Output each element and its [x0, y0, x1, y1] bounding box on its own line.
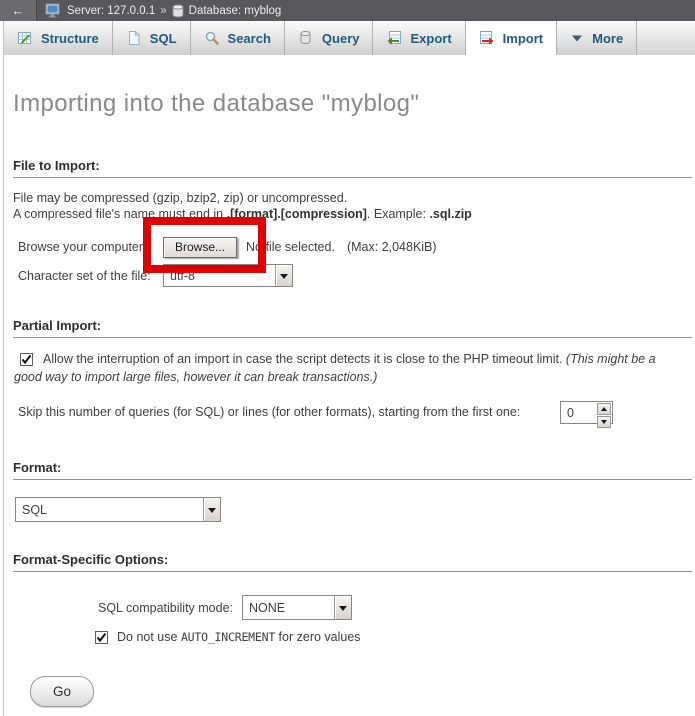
dropdown-arrow-icon[interactable] — [334, 596, 351, 619]
query-database-icon — [298, 30, 314, 46]
sql-compatibility-select[interactable]: NONE — [242, 595, 352, 620]
charset-label: Character set of the file: — [18, 269, 163, 283]
database-label[interactable]: Database: myblog — [189, 5, 282, 17]
charset-select[interactable]: utf-8 — [163, 264, 293, 287]
section-heading-partial-import: Partial Import: — [13, 318, 692, 338]
tab-export[interactable]: Export — [373, 21, 465, 55]
browse-label: Browse your computer: — [18, 240, 163, 254]
format-selected-value: SQL — [16, 498, 203, 521]
format-row: SQL — [15, 497, 695, 522]
search-icon — [204, 30, 220, 46]
back-button[interactable]: ← — [0, 0, 37, 21]
skip-queries-value: 0 — [561, 402, 596, 423]
section-heading-file-to-import: File to Import: — [13, 158, 692, 178]
spinner-up-button[interactable] — [597, 403, 611, 415]
max-size-text: (Max: 2,048KiB) — [347, 240, 437, 254]
browse-row: Browse your computer: Browse... No file … — [18, 236, 695, 258]
section-heading-format: Format: — [13, 460, 692, 480]
breadcrumb-separator: » — [160, 5, 166, 17]
checkmark-icon — [21, 354, 32, 365]
allow-interruption-row: Allow the interruption of an import in c… — [14, 351, 683, 386]
auto-increment-checkbox[interactable] — [95, 631, 108, 644]
structure-icon — [17, 30, 33, 46]
chevron-down-icon — [570, 31, 584, 45]
skip-queries-label: Skip this number of queries (for SQL) or… — [18, 401, 520, 419]
sql-compatibility-row: SQL compatibility mode: NONE — [98, 595, 695, 620]
dropdown-arrow-icon[interactable] — [275, 265, 292, 286]
tab-structure[interactable]: Structure — [4, 21, 113, 55]
checkmark-icon — [96, 632, 107, 643]
go-button[interactable]: Go — [30, 676, 94, 707]
format-select[interactable]: SQL — [15, 497, 221, 522]
tab-search[interactable]: Search — [191, 21, 285, 55]
allow-interruption-checkbox[interactable] — [20, 353, 33, 366]
tab-label: More — [592, 31, 623, 46]
sql-compatibility-value: NONE — [243, 596, 334, 619]
no-file-selected-text: No file selected. — [246, 240, 335, 254]
browse-button[interactable]: Browse... — [163, 237, 237, 258]
auto-increment-code: AUTO_INCREMENT — [181, 630, 275, 644]
section-heading-format-specific: Format-Specific Options: — [13, 552, 692, 572]
spinner-down-button[interactable] — [597, 416, 611, 428]
tab-label: Query — [322, 31, 360, 46]
tab-import[interactable]: Import — [466, 21, 557, 55]
tab-bar: Structure SQL Search — [4, 21, 695, 58]
charset-selected-value: utf-8 — [164, 265, 275, 286]
tab-sql[interactable]: SQL — [113, 21, 191, 55]
page-title: Importing into the database "myblog" — [13, 90, 695, 118]
tab-query[interactable]: Query — [285, 21, 374, 55]
breadcrumb-bar: ← Server: 127.0.0.1 » Database: myblog — [0, 0, 695, 21]
tab-label: SQL — [150, 31, 177, 46]
auto-increment-row: Do not use AUTO_INCREMENT for zero value… — [95, 630, 695, 644]
server-icon — [45, 3, 62, 18]
charset-row: Character set of the file: utf-8 — [18, 264, 695, 287]
sql-page-icon — [126, 30, 142, 46]
export-icon — [386, 30, 402, 46]
database-icon — [172, 4, 184, 18]
tab-label: Export — [410, 31, 451, 46]
allow-interruption-text: Allow the interruption of an import in c… — [43, 352, 566, 366]
skip-queries-number-input[interactable]: 0 — [560, 401, 613, 424]
back-arrow-icon: ← — [12, 3, 25, 18]
tab-label: Structure — [41, 31, 99, 46]
sql-compatibility-label: SQL compatibility mode: — [98, 601, 233, 615]
tab-label: Search — [228, 31, 271, 46]
dropdown-arrow-icon[interactable] — [203, 498, 220, 521]
server-label[interactable]: Server: 127.0.0.1 — [67, 5, 155, 17]
content-pane: Structure SQL Search — [3, 21, 695, 716]
auto-increment-text: Do not use AUTO_INCREMENT for zero value… — [117, 630, 361, 644]
compression-help-text: File may be compressed (gzip, bzip2, zip… — [13, 190, 686, 222]
import-icon — [479, 30, 495, 46]
tab-label: Import — [503, 31, 543, 46]
skip-queries-row: Skip this number of queries (for SQL) or… — [18, 401, 695, 424]
tab-more[interactable]: More — [557, 21, 637, 55]
